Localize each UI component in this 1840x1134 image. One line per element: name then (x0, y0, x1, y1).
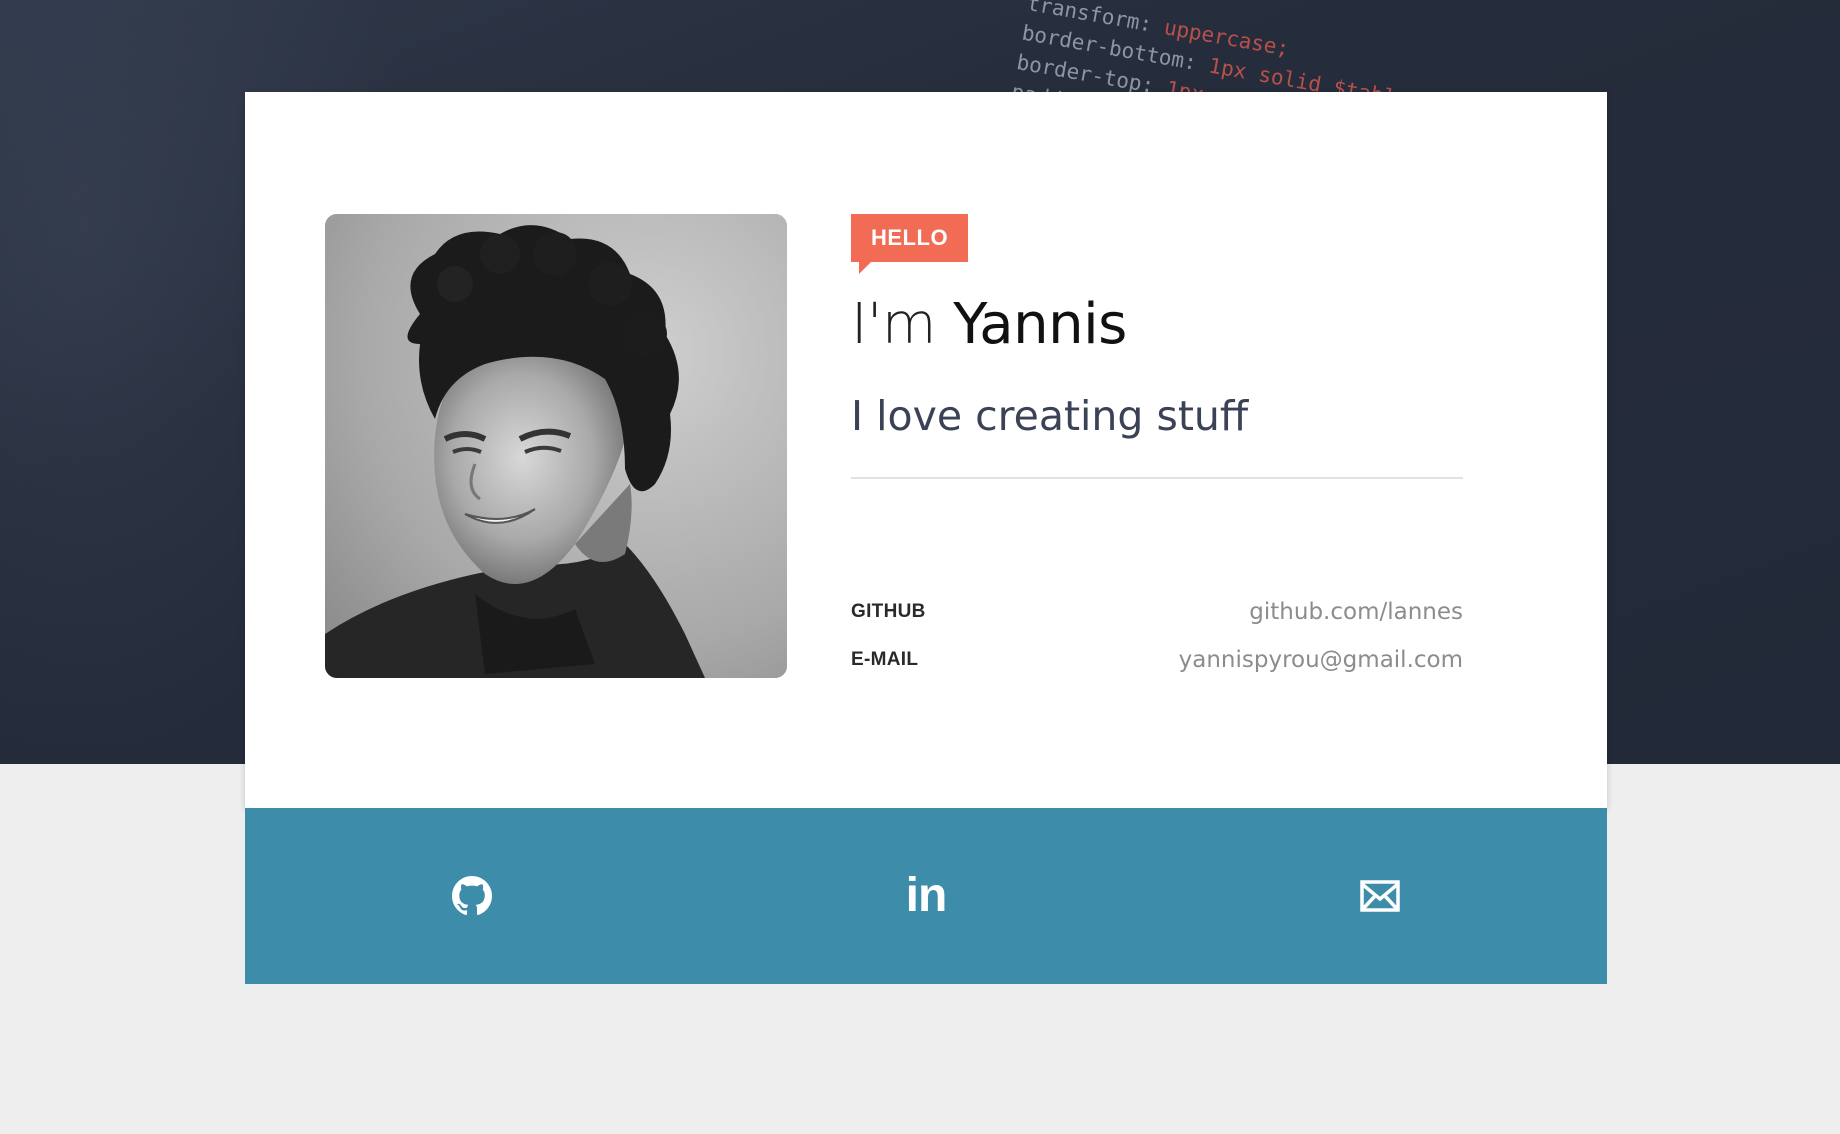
linkedin-button[interactable]: in (699, 808, 1153, 984)
divider (851, 477, 1463, 479)
profile-card: HELLO I'm Yannis I love creating stuff G… (245, 92, 1607, 984)
contact-row-github: GITHUB github.com/lannes (851, 596, 1463, 628)
github-link[interactable]: github.com/lannes (1249, 596, 1463, 628)
profile-name: Yannis (953, 292, 1127, 357)
github-button[interactable] (245, 808, 699, 984)
tagline: I love creating stuff (851, 392, 1249, 440)
mail-button[interactable] (1153, 808, 1607, 984)
social-bar: in (245, 808, 1607, 984)
portrait-illustration (325, 214, 787, 678)
hello-badge: HELLO (851, 214, 969, 262)
contact-row-email: E-MAIL yannispyrou@gmail.com (851, 644, 1463, 676)
profile-photo (325, 214, 787, 678)
linkedin-icon: in (905, 869, 948, 922)
github-icon (452, 876, 492, 916)
page-title: I'm Yannis (851, 292, 1127, 357)
hello-badge-tail (859, 262, 871, 274)
intro-prefix: I'm (851, 292, 936, 357)
email-link[interactable]: yannispyrou@gmail.com (1179, 644, 1463, 676)
contact-label: GITHUB (851, 601, 926, 622)
contact-label: E-MAIL (851, 649, 919, 670)
mail-icon (1360, 880, 1400, 912)
